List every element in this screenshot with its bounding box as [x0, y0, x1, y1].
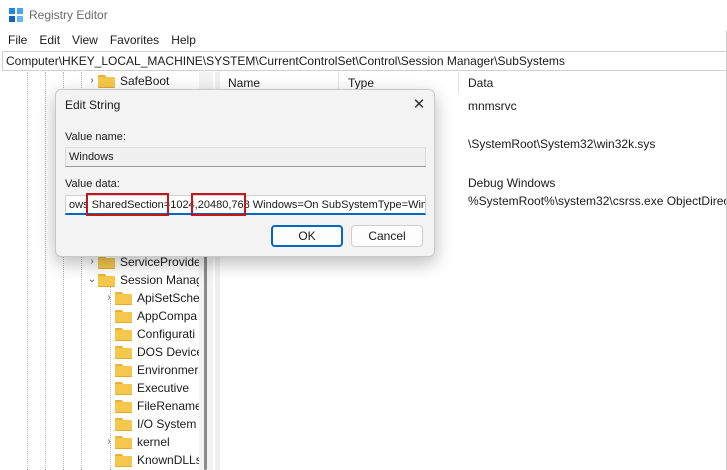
tree-item-configuration[interactable]: Configurati [103, 325, 195, 343]
ok-button[interactable]: OK [271, 225, 343, 247]
chevron-right-icon[interactable]: › [103, 292, 115, 304]
folder-icon [98, 273, 115, 287]
tree-item-label: kernel [137, 435, 170, 449]
value-name-label: Value name: [65, 131, 126, 143]
edit-string-dialog: Edit String ✕ Value name: Windows Value … [55, 89, 435, 257]
cancel-button[interactable]: Cancel [351, 225, 423, 247]
folder-icon [98, 74, 115, 88]
value-data-cell[interactable]: mnmsrvc [468, 99, 517, 113]
folder-icon [115, 399, 132, 413]
tree-item-safeboot[interactable]: › SafeBoot [86, 72, 169, 90]
tree-item-executive[interactable]: Executive [103, 379, 189, 397]
tree-item-label: DOS Device [137, 345, 204, 359]
folder-icon [115, 309, 132, 323]
folder-icon [115, 363, 132, 377]
tree-item-knowndlls[interactable]: KnownDLLs [103, 451, 202, 469]
folder-icon [115, 435, 132, 449]
value-data-field[interactable]: ows SharedSection=1024,20480,768 Windows… [65, 195, 426, 215]
folder-icon [115, 381, 132, 395]
tree-item-appcompat[interactable]: AppCompa [103, 307, 197, 325]
tree-item-label: Environmer [137, 363, 199, 377]
tree-item-io-system[interactable]: I/O System [103, 415, 196, 433]
value-data-label: Value data: [65, 178, 120, 190]
column-header-data[interactable]: Data [468, 76, 493, 90]
menu-edit[interactable]: Edit [33, 30, 66, 50]
value-data-cell[interactable]: %SystemRoot%\system32\csrss.exe ObjectDi… [468, 194, 727, 208]
tree-item-label: FileRename [137, 399, 202, 413]
column-header-name[interactable]: Name [228, 76, 260, 90]
tree-item-filerename[interactable]: FileRename [103, 397, 202, 415]
column-header-type[interactable]: Type [348, 76, 374, 90]
address-bar[interactable]: Computer\HKEY_LOCAL_MACHINE\SYSTEM\Curre… [2, 51, 727, 71]
tree-item-apisetschema[interactable]: › ApiSetSche [103, 289, 200, 307]
menu-favorites[interactable]: Favorites [104, 30, 165, 50]
tree-item-label: Executive [137, 381, 190, 395]
chevron-right-icon[interactable]: › [86, 256, 98, 268]
folder-icon [98, 255, 115, 269]
menu-file[interactable]: File [2, 30, 33, 50]
window-title: Registry Editor [29, 8, 108, 22]
folder-icon [115, 291, 132, 305]
tree-item-label: ApiSetSche [137, 291, 200, 305]
close-icon[interactable]: ✕ [410, 96, 428, 114]
folder-icon [115, 417, 132, 431]
tree-item-label: AppCompa [137, 309, 198, 323]
menu-help[interactable]: Help [165, 30, 202, 50]
registry-app-icon [9, 8, 23, 22]
value-name-field[interactable]: Windows [65, 147, 426, 167]
tree-item-label: Configurati [137, 327, 196, 341]
tree-item-label: SafeBoot [120, 74, 170, 88]
tree-item-kernel[interactable]: › kernel [103, 433, 170, 451]
chevron-right-icon[interactable]: › [103, 436, 115, 448]
tree-item-dos-devices[interactable]: DOS Device [103, 343, 203, 361]
chevron-right-icon[interactable]: › [86, 75, 98, 87]
menu-bar: File Edit View Favorites Help [0, 30, 727, 50]
tree-scrollbar-thumb[interactable] [204, 254, 207, 470]
folder-icon [115, 327, 132, 341]
folder-icon [115, 453, 132, 467]
tree-item-label: KnownDLLs [137, 453, 202, 467]
column-separator[interactable] [458, 72, 459, 94]
tree-item-label: Session Manag [120, 273, 203, 287]
value-data-cell[interactable]: Debug Windows [468, 176, 555, 190]
chevron-down-icon[interactable]: ⌄ [86, 274, 98, 286]
title-bar: Registry Editor [0, 0, 727, 30]
menu-view[interactable]: View [66, 30, 104, 50]
tree-item-session-manager[interactable]: ⌄ Session Manag [86, 271, 203, 289]
dialog-title: Edit String [65, 98, 121, 112]
tree-item-environment[interactable]: Environmer [103, 361, 198, 379]
folder-icon [115, 345, 132, 359]
value-data-cell[interactable]: \SystemRoot\System32\win32k.sys [468, 137, 655, 151]
tree-item-label: I/O System [137, 417, 197, 431]
tree-item-label: ServiceProvide [120, 255, 201, 269]
